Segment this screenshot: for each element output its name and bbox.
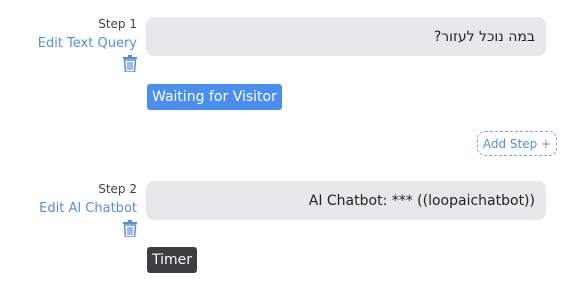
step-1-message-bubble: במה נוכל לעזור?: [146, 17, 546, 56]
step-2-meta: Step 2 Edit AI Chatbot: [0, 182, 137, 237]
edit-text-query-link[interactable]: Edit Text Query: [0, 35, 137, 53]
step-2-message-text: AI Chatbot: *** ((loopaichatbot)): [308, 192, 535, 209]
step-1-message-text: במה נוכל לעזור?: [433, 28, 535, 45]
trash-icon[interactable]: [123, 220, 137, 237]
step-1-meta: Step 1 Edit Text Query: [0, 17, 137, 72]
step-1-label: Step 1: [98, 17, 137, 31]
trash-icon[interactable]: [123, 55, 137, 72]
timer-badge[interactable]: Timer: [147, 247, 198, 273]
step-2-label: Step 2: [98, 182, 137, 196]
step-2-message-bubble: AI Chatbot: *** ((loopaichatbot)): [146, 181, 546, 220]
waiting-for-visitor-badge[interactable]: Waiting for Visitor: [147, 84, 282, 110]
add-step-button[interactable]: Add Step +: [477, 131, 557, 156]
edit-ai-chatbot-link[interactable]: Edit AI Chatbot: [0, 200, 137, 218]
